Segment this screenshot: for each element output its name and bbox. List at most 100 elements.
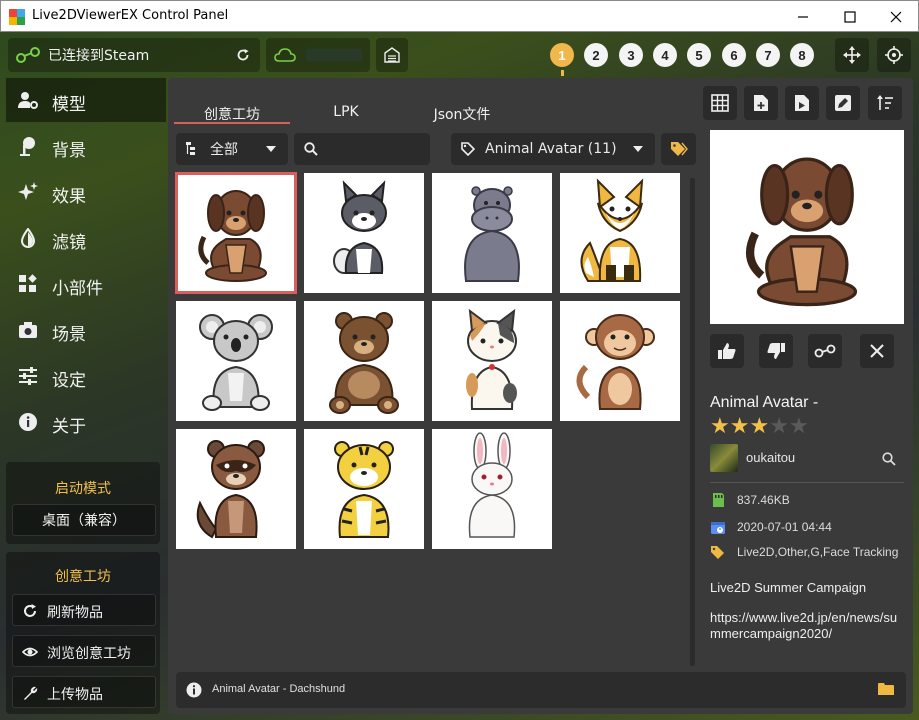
refresh-icon bbox=[24, 604, 36, 617]
sidebar-item-scene[interactable]: 场景 bbox=[6, 308, 166, 352]
author-avatar[interactable] bbox=[710, 444, 738, 472]
steam-link-icon bbox=[814, 344, 836, 358]
chevron-down-icon bbox=[633, 146, 643, 152]
sidebar-item-background[interactable]: 背景 bbox=[6, 124, 166, 168]
dislike-button[interactable] bbox=[759, 334, 793, 368]
steam-page-button[interactable] bbox=[808, 334, 842, 368]
model-thumb-bear[interactable] bbox=[304, 301, 424, 421]
edit-button[interactable] bbox=[826, 86, 860, 120]
file-add-icon bbox=[754, 95, 768, 111]
tags-icon bbox=[711, 546, 724, 559]
tag-filter-button[interactable] bbox=[661, 133, 696, 165]
slot-1-button[interactable]: 1 bbox=[550, 43, 574, 67]
folder-icon[interactable] bbox=[878, 682, 894, 696]
sidebar-item-label: 小部件 bbox=[52, 279, 103, 299]
model-thumb-rabbit[interactable] bbox=[432, 429, 552, 549]
search-input[interactable] bbox=[324, 141, 424, 157]
description-link[interactable]: https://www.live2d.jp/en/news/summercamp… bbox=[710, 610, 904, 642]
upload-item-button[interactable]: 上传物品 bbox=[12, 676, 156, 708]
model-thumb-husky[interactable] bbox=[304, 173, 424, 293]
slot-6-button[interactable]: 6 bbox=[722, 43, 746, 67]
tree-list-icon bbox=[186, 142, 195, 155]
launch-mode-select[interactable]: 桌面（兼容） bbox=[12, 504, 156, 536]
model-thumb-hippo[interactable] bbox=[432, 173, 552, 293]
star-empty-icon: ★ bbox=[769, 414, 789, 439]
slot-3-button[interactable]: 3 bbox=[619, 43, 643, 67]
model-thumb-cat[interactable] bbox=[432, 301, 552, 421]
slot-2-button[interactable]: 2 bbox=[584, 43, 608, 67]
minimize-button[interactable] bbox=[780, 1, 826, 32]
tab-lpk[interactable]: LPK bbox=[290, 88, 402, 124]
sidebar-item-label: 滤镜 bbox=[52, 233, 86, 253]
tags-text: Live2D,Other,G,Face Tracking bbox=[737, 545, 899, 559]
bear-image bbox=[329, 312, 399, 414]
model-thumb-koala[interactable] bbox=[176, 301, 296, 421]
sparkle-icon bbox=[18, 182, 38, 200]
sidebar-item-about[interactable]: 关于 bbox=[6, 400, 166, 444]
sidebar-item-settings[interactable]: 设定 bbox=[6, 354, 166, 398]
slot-7-button[interactable]: 7 bbox=[756, 43, 780, 67]
sidebar-item-filters[interactable]: 滤镜 bbox=[6, 216, 166, 260]
slot-8-button[interactable]: 8 bbox=[790, 43, 814, 67]
main-panel: 创意工坊 LPK Json文件 全部 Animal Avatar (11) An… bbox=[168, 78, 913, 714]
author-name[interactable]: oukaitou bbox=[746, 450, 795, 465]
active-slot-indicator bbox=[561, 70, 564, 76]
close-window-button[interactable] bbox=[873, 1, 919, 32]
tab-json[interactable]: Json文件 bbox=[404, 88, 520, 124]
slot-5-button[interactable]: 5 bbox=[687, 43, 711, 67]
search-field[interactable] bbox=[294, 133, 430, 165]
husky-image bbox=[333, 180, 387, 274]
sidebar-item-label: 设定 bbox=[52, 371, 86, 391]
tree-icon bbox=[20, 137, 35, 156]
workshop-panel: 创意工坊 刷新物品 浏览创意工坊 上传物品 bbox=[6, 552, 160, 714]
refresh-items-button[interactable]: 刷新物品 bbox=[12, 594, 156, 626]
import-file-button[interactable] bbox=[785, 86, 819, 120]
warehouse-icon bbox=[384, 47, 400, 63]
sort-icon bbox=[877, 95, 893, 110]
model-thumb-fox[interactable] bbox=[560, 173, 680, 293]
workshop-title: 创意工坊 bbox=[55, 569, 111, 585]
grid-scrollbar[interactable] bbox=[690, 178, 695, 666]
cloud-sync-box[interactable] bbox=[266, 38, 370, 72]
sort-button[interactable] bbox=[868, 86, 902, 120]
grid-view-button[interactable] bbox=[703, 86, 737, 120]
detail-divider bbox=[710, 482, 904, 483]
sidebar-item-effects[interactable]: 效果 bbox=[6, 170, 166, 214]
model-thumb-raccoon[interactable] bbox=[176, 429, 296, 549]
star-empty-icon: ★ bbox=[788, 414, 809, 439]
model-thumb-monkey[interactable] bbox=[560, 301, 680, 421]
widgets-icon bbox=[19, 274, 37, 292]
refresh-icon[interactable] bbox=[236, 48, 250, 62]
date-text: 2020-07-01 04:44 bbox=[737, 520, 832, 534]
chevron-down-icon bbox=[266, 146, 276, 152]
category-value: 全部 bbox=[210, 142, 238, 158]
sidebar-item-model[interactable]: 模型 bbox=[6, 78, 166, 122]
sidebar-item-widgets[interactable]: 小部件 bbox=[6, 262, 166, 306]
model-thumb-dachshund[interactable] bbox=[175, 172, 297, 294]
launch-mode-title: 启动模式 bbox=[55, 481, 111, 497]
model-preview bbox=[710, 130, 904, 324]
category-dropdown[interactable]: 全部 bbox=[176, 133, 288, 165]
monkey-image bbox=[576, 314, 655, 410]
garage-button[interactable] bbox=[376, 38, 408, 72]
tag-value: Animal Avatar (11) bbox=[485, 141, 617, 157]
tag-dropdown[interactable]: Animal Avatar (11) bbox=[451, 133, 655, 165]
tag-icon bbox=[461, 142, 475, 156]
maximize-button[interactable] bbox=[827, 1, 873, 32]
remove-button[interactable] bbox=[860, 334, 894, 368]
like-button[interactable] bbox=[710, 334, 744, 368]
model-thumb-tiger[interactable] bbox=[304, 429, 424, 549]
launch-mode-panel: 启动模式 桌面（兼容） bbox=[6, 462, 160, 544]
tab-workshop[interactable]: 创意工坊 bbox=[176, 88, 288, 124]
wrench-icon bbox=[24, 686, 38, 700]
slot-4-button[interactable]: 4 bbox=[653, 43, 677, 67]
move-button[interactable] bbox=[835, 38, 869, 72]
sidebar-item-label: 背景 bbox=[52, 141, 86, 161]
browse-workshop-button[interactable]: 浏览创意工坊 bbox=[12, 635, 156, 667]
rating-stars: ★ ★ ★ ★ ★ bbox=[710, 416, 809, 438]
steam-link-icon bbox=[16, 47, 40, 63]
search-icon[interactable] bbox=[882, 452, 896, 466]
koala-image bbox=[199, 314, 273, 411]
new-file-button[interactable] bbox=[744, 86, 778, 120]
locate-button[interactable] bbox=[877, 38, 911, 72]
